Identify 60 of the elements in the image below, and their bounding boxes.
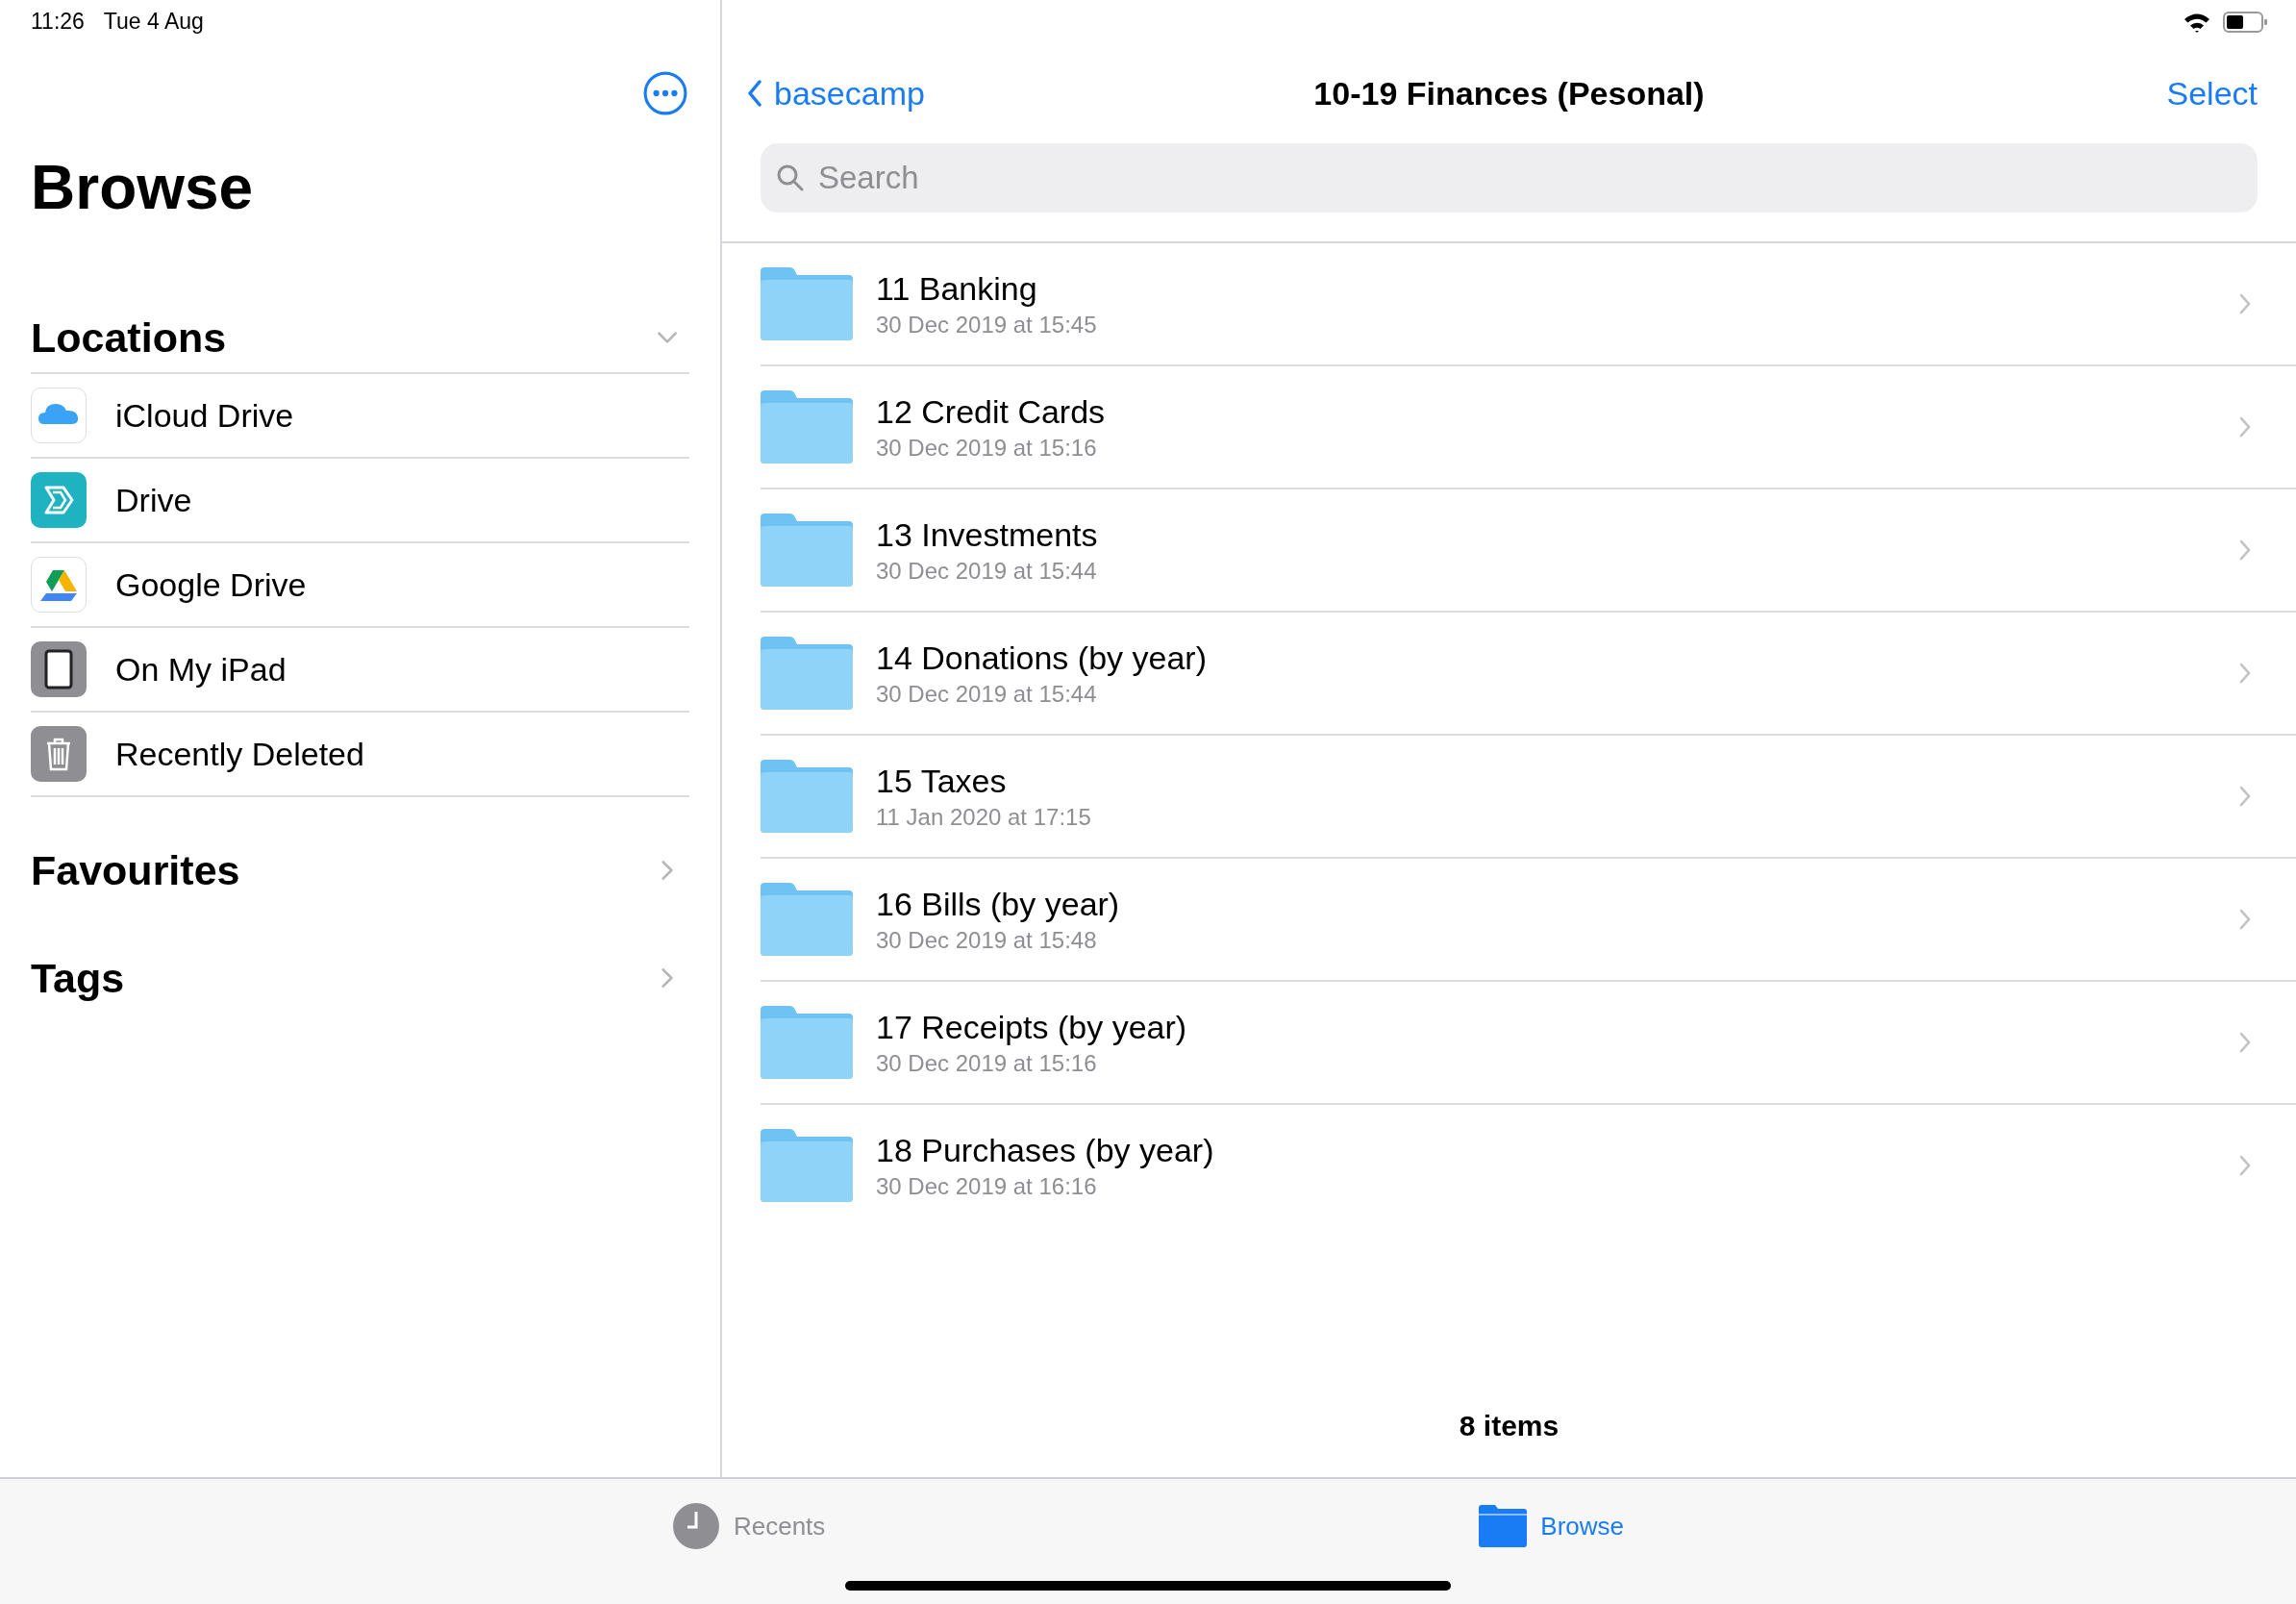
folder-date: 30 Dec 2019 at 15:16 [876,1049,1098,1077]
location-item[interactable]: Recently Deleted [115,735,364,773]
folder-icon[interactable] [761,1129,853,1202]
folder-icon[interactable] [761,1006,853,1079]
location-item[interactable]: Drive [115,481,192,519]
folder-icon[interactable] [761,267,853,340]
folder-icon[interactable] [761,883,853,956]
folder-name[interactable]: 13 Investments [876,515,2238,554]
chevron-icon[interactable] [2238,662,2252,685]
section-heading[interactable]: Favourites [31,846,240,894]
chevron-icon[interactable] [747,80,762,107]
folder-date: 30 Dec 2019 at 15:48 [876,926,1098,954]
folder-name[interactable]: 18 Purchases (by year) [876,1131,2238,1169]
drive-app-icon [31,472,87,528]
chevron-icon[interactable] [2238,908,2252,931]
folder-icon[interactable] [1479,1505,1528,1547]
folder-date: 30 Dec 2019 at 16:16 [876,1172,1098,1200]
location-item[interactable]: On My iPad [115,650,287,689]
select-button[interactable]: Select [2166,74,2258,113]
clock-icon[interactable] [671,1502,720,1550]
chevron-icon[interactable] [2238,1154,2252,1177]
folder-icon[interactable] [761,390,853,464]
section-heading[interactable]: Tags [31,954,125,1002]
chevron-icon[interactable] [2238,785,2252,808]
folder-name[interactable]: 15 Taxes [876,762,2238,800]
folder-icon[interactable] [761,514,853,587]
home-indicator[interactable] [845,1581,1451,1591]
more-options-icon[interactable] [643,71,687,115]
folder-date: 30 Dec 2019 at 15:44 [876,557,1098,585]
item-count: 8 items [1459,1410,1560,1442]
battery-icon [2223,11,2267,33]
folder-icon[interactable] [761,760,853,833]
section-heading[interactable]: Locations [31,313,227,362]
folder-title: 10-19 Finances (Pesonal) [1313,74,1705,113]
folder-date: 30 Dec 2019 at 15:16 [876,434,1098,462]
folder-date: 30 Dec 2019 at 15:44 [876,680,1098,708]
chevron-icon[interactable] [2238,292,2252,315]
status-date: Tue 4 Aug [103,9,204,35]
location-item[interactable]: iCloud Drive [115,396,294,435]
back-button[interactable]: basecamp [747,74,925,113]
tablet-icon [31,641,87,697]
cloud-icon [31,388,87,443]
folder-icon[interactable] [761,637,853,710]
triangle-logo-icon [31,557,87,613]
folder-date: 11 Jan 2020 at 17:15 [876,803,1092,831]
chevron-icon[interactable] [2238,539,2252,562]
tab[interactable]: Browse [1479,1502,1625,1550]
chevron-icon[interactable] [2238,1031,2252,1054]
folder-name[interactable]: 16 Bills (by year) [876,885,2238,923]
chevron-icon[interactable] [2238,415,2252,439]
location-item[interactable]: Google Drive [115,565,307,604]
status-time: 11:26 [31,9,85,35]
folder-name[interactable]: 14 Donations (by year) [876,639,2238,677]
folder-date: 30 Dec 2019 at 15:45 [876,311,1098,338]
sidebar-title: Browse [31,157,255,218]
folder-name[interactable]: 11 Banking [876,269,2238,308]
folder-name[interactable]: 17 Receipts (by year) [876,1008,2238,1046]
folder-name[interactable]: 12 Credit Cards [876,392,2238,431]
search-field[interactable]: Search [761,143,2258,213]
trash-icon [31,726,87,782]
